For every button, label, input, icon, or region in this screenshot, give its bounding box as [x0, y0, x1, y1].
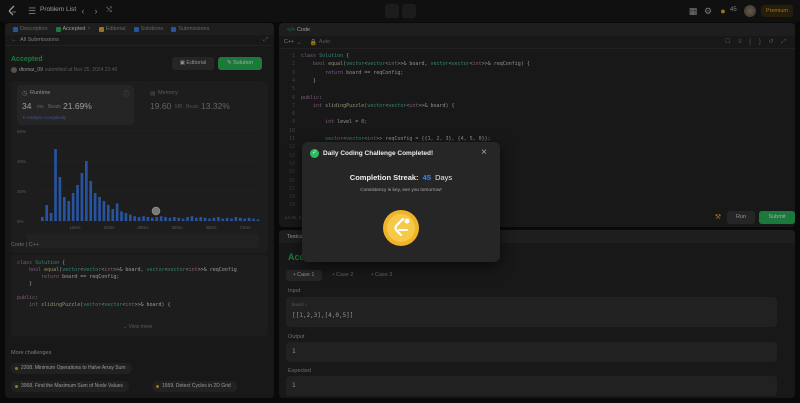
modal-title: Daily Coding Challenge Completed!	[323, 150, 434, 157]
check-circle-icon: ✓	[310, 149, 319, 158]
close-icon[interactable]: ×	[481, 147, 487, 158]
gold-badge-icon	[383, 210, 419, 246]
streak-value: 45	[422, 173, 431, 182]
streak-line: Completion Streak: 45 Days	[349, 173, 453, 182]
modal-subtitle: Consistency is key, see you tomorrow!	[360, 188, 442, 193]
daily-challenge-modal: ✓ Daily Coding Challenge Completed! × Co…	[302, 142, 500, 262]
